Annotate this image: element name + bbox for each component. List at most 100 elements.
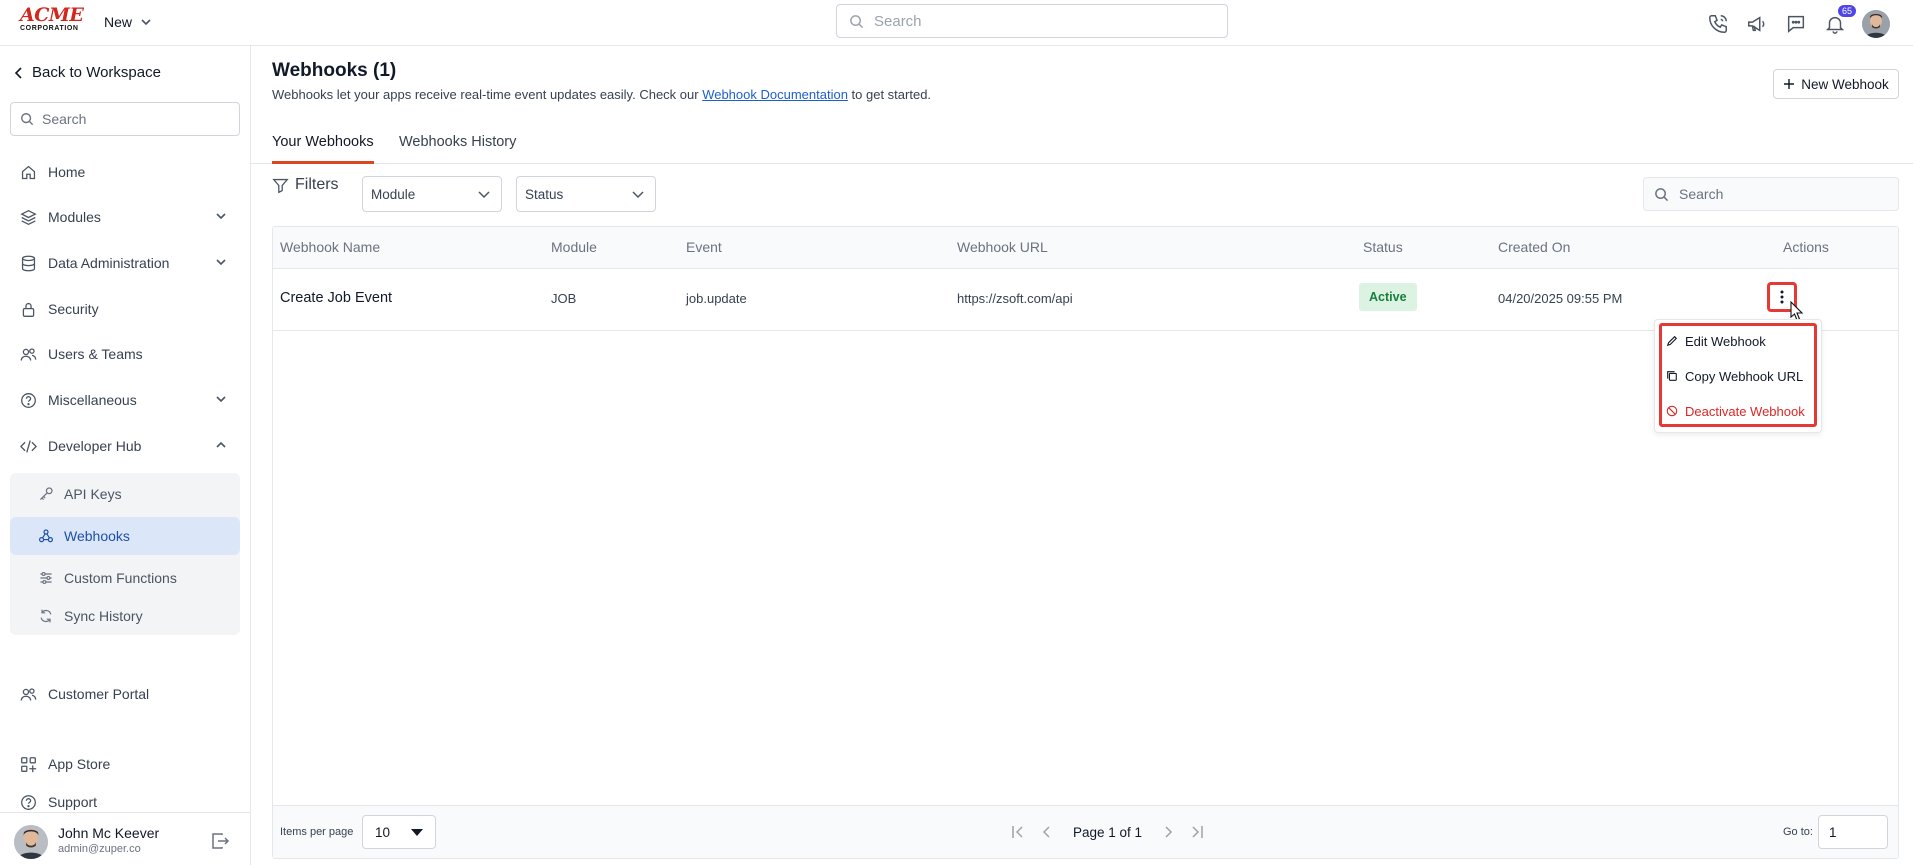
sidebar-item-webhooks[interactable]: Webhooks — [10, 517, 240, 555]
sidebar-item-label: Users & Teams — [48, 346, 143, 362]
sidebar-item-label: Support — [48, 794, 98, 810]
tab-your-webhooks[interactable]: Your Webhooks — [272, 134, 374, 164]
top-bar: ACME CORPORATION New 65 — [0, 0, 1913, 46]
tab-webhooks-history[interactable]: Webhooks History — [399, 134, 516, 164]
items-per-page-select[interactable]: 10 — [362, 815, 436, 849]
sidebar-item-label: App Store — [48, 756, 111, 772]
status-badge: Active — [1359, 283, 1417, 311]
sidebar-item-app-store[interactable]: App Store — [10, 746, 240, 782]
column-header: Event — [686, 239, 722, 255]
pager: Page 1 of 1 — [1005, 822, 1210, 842]
goto-page-input[interactable] — [1818, 815, 1888, 849]
menu-item-label: Copy Webhook URL — [1685, 368, 1804, 384]
filter-icon — [272, 178, 289, 193]
module-cell: JOB — [551, 291, 577, 306]
global-search-input[interactable] — [874, 12, 1204, 30]
sidebar-item-label: Security — [48, 301, 99, 317]
chat-icon[interactable] — [1784, 12, 1808, 36]
table-pagination: Items per page 10 Page 1 of 1 Go to: — [273, 805, 1898, 858]
menu-item-label: Edit Webhook — [1685, 333, 1766, 349]
acme-logo[interactable]: ACME CORPORATION — [20, 6, 86, 34]
sidebar-item-sync-history[interactable]: Sync History — [10, 597, 240, 635]
column-header: Status — [1363, 239, 1403, 255]
developer-hub-submenu: API Keys Webhooks Custom Functions Sync … — [10, 473, 240, 635]
new-label: New — [104, 14, 133, 30]
next-page-icon[interactable] — [1154, 822, 1182, 842]
status-filter-dropdown[interactable]: Status — [516, 176, 656, 212]
copy-icon — [1667, 371, 1677, 381]
user-avatar[interactable] — [1862, 10, 1890, 38]
page-indicator: Page 1 of 1 — [1073, 824, 1143, 840]
database-icon — [21, 255, 36, 271]
notification-badge: 65 — [1837, 5, 1856, 17]
users-icon — [20, 687, 37, 701]
new-dropdown-button[interactable]: New — [104, 12, 152, 32]
sidebar-item-users-teams[interactable]: Users & Teams — [10, 336, 240, 372]
ban-icon — [1666, 405, 1678, 417]
edit-webhook-menu-item[interactable]: Edit Webhook — [1666, 327, 1766, 355]
sidebar-search-input[interactable] — [42, 111, 232, 127]
user-email: admin@zuper.co — [58, 843, 141, 855]
sidebar-item-label: Home — [48, 164, 86, 180]
copy-webhook-url-menu-item[interactable]: Copy Webhook URL — [1666, 362, 1803, 390]
description-text: Webhooks let your apps receive real-time… — [272, 87, 703, 102]
search-icon — [1655, 187, 1669, 201]
filters-button[interactable]: Filters — [272, 176, 339, 194]
sidebar-item-label: Data Administration — [48, 255, 170, 271]
sidebar-item-customer-portal[interactable]: Customer Portal — [10, 676, 240, 712]
global-search[interactable] — [836, 4, 1228, 38]
current-user: John Mc Keever admin@zuper.co — [0, 812, 251, 865]
last-page-icon[interactable] — [1182, 822, 1210, 842]
sidebar-item-custom-functions[interactable]: Custom Functions — [10, 559, 240, 597]
avatar[interactable] — [14, 825, 48, 859]
table-search-input[interactable] — [1679, 186, 1879, 202]
module-filter-dropdown[interactable]: Module — [362, 176, 502, 212]
sidebar-item-security[interactable]: Security — [10, 291, 240, 327]
filters-label: Filters — [295, 176, 339, 193]
webhook-url-cell: https://zsoft.com/api — [957, 291, 1073, 306]
table-search[interactable] — [1643, 177, 1899, 211]
help-circle-icon — [21, 794, 36, 810]
sidebar-item-developer-hub[interactable]: Developer Hub — [10, 428, 240, 464]
back-to-workspace-link[interactable]: Back to Workspace — [14, 64, 161, 81]
column-header: Webhook URL — [957, 239, 1048, 255]
new-webhook-label: New Webhook — [1801, 76, 1889, 92]
home-icon — [21, 165, 36, 179]
previous-page-icon[interactable] — [1033, 822, 1061, 842]
caret-down-icon — [411, 829, 423, 836]
dropdown-label: Module — [371, 186, 416, 202]
column-header: Webhook Name — [280, 239, 381, 255]
logout-icon[interactable] — [210, 831, 230, 854]
chevron-down-icon — [632, 191, 644, 199]
bell-icon[interactable]: 65 — [1823, 5, 1856, 36]
new-webhook-button[interactable]: New Webhook — [1773, 69, 1899, 99]
sidebar-item-modules[interactable]: Modules — [10, 199, 240, 235]
sidebar-search[interactable] — [10, 102, 240, 136]
chevron-up-icon — [216, 441, 226, 448]
sidebar-item-label: Miscellaneous — [48, 392, 137, 408]
sidebar-item-data-administration[interactable]: Data Administration — [10, 245, 240, 281]
user-name: John Mc Keever — [58, 825, 160, 841]
items-per-page-value: 10 — [375, 824, 391, 840]
sidebar: Back to Workspace Home Modules Data Admi… — [0, 46, 251, 865]
table-header: Webhook Name Module Event Webhook URL St… — [273, 227, 1898, 269]
top-icons: 65 — [1706, 5, 1890, 38]
sidebar-item-miscellaneous[interactable]: Miscellaneous — [10, 382, 240, 418]
logo-subtitle: CORPORATION — [20, 25, 79, 32]
megaphone-icon[interactable] — [1745, 12, 1769, 36]
column-header: Module — [551, 239, 597, 255]
phone-icon[interactable] — [1706, 12, 1730, 36]
search-icon — [21, 113, 34, 126]
deactivate-webhook-menu-item[interactable]: Deactivate Webhook — [1666, 397, 1805, 425]
first-page-icon[interactable] — [1005, 822, 1033, 842]
chevron-down-icon — [216, 259, 226, 266]
sidebar-item-api-keys[interactable]: API Keys — [10, 475, 240, 513]
layers-icon — [20, 209, 37, 225]
plus-icon — [1784, 79, 1795, 89]
items-per-page-label: Items per page — [280, 826, 354, 838]
event-cell: job.update — [686, 291, 747, 306]
help-circle-icon — [21, 392, 36, 408]
sidebar-item-home[interactable]: Home — [10, 154, 240, 190]
webhook-documentation-link[interactable]: Webhook Documentation — [702, 87, 848, 102]
sidebar-item-label: Webhooks — [64, 528, 130, 544]
